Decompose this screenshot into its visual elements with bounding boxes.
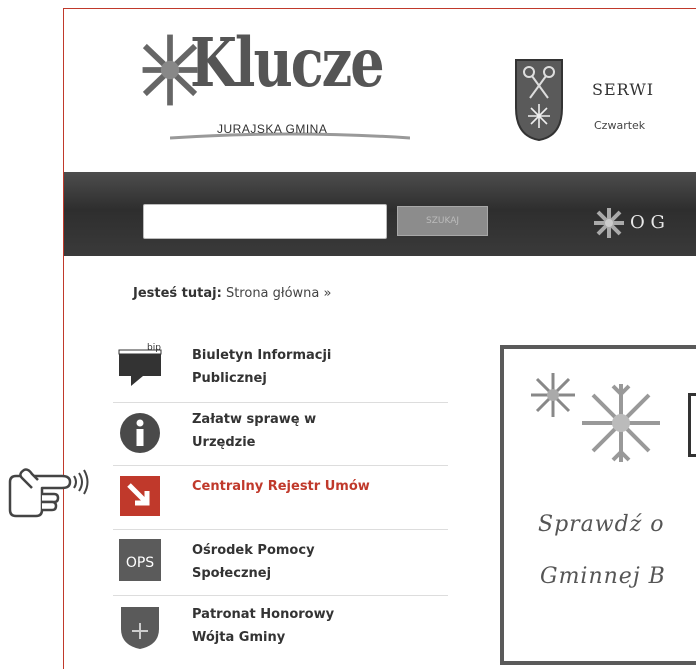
sidebar-item-label: Patronat Honorowy Wójta Gminy	[192, 607, 335, 645]
banner-text-line2: Gminnej B	[540, 564, 666, 589]
register-icon	[120, 476, 160, 516]
sidebar-item-bip[interactable]: bip Biuletyn Informacji Publicznej	[113, 340, 448, 403]
snowflake-icon	[594, 208, 624, 238]
svg-text:bip: bip	[147, 343, 161, 353]
logo-subtitle: JURAJSKA GMINA	[217, 122, 328, 136]
search-button[interactable]: SZUKAJ	[397, 206, 488, 236]
nav-item-o-gminie[interactable]: O G	[630, 212, 665, 233]
snowflake-icon	[582, 384, 660, 462]
sidebar-item-label: Ośrodek Pomocy Społecznej	[192, 543, 315, 581]
ops-icon: OPS	[119, 539, 161, 581]
banner-text-line1: Sprawdź o	[538, 512, 665, 537]
pointing-hand-icon	[8, 468, 89, 518]
info-icon	[120, 413, 160, 453]
sidebar-item-ops[interactable]: OPS Ośrodek Pomocy Społecznej	[113, 529, 448, 596]
banner-graphic	[688, 393, 696, 457]
sidebar-item-centralny-rejestr[interactable]: Centralny Rejestr Umów	[113, 465, 448, 530]
svg-text:OPS: OPS	[126, 555, 154, 571]
breadcrumb-home-link[interactable]: Strona główna »	[226, 286, 332, 301]
current-date: Czwartek	[594, 119, 646, 132]
breadcrumb: Jesteś tutaj: Strona główna »	[133, 286, 331, 301]
sidebar-item-label: Załatw sprawę w Urzędzie	[192, 412, 317, 450]
search-input[interactable]	[143, 204, 387, 239]
bip-icon: bip	[118, 343, 162, 386]
snowflake-icon	[531, 373, 575, 417]
site-logo[interactable]: Klucze	[190, 22, 385, 102]
sidebar-item-label: Biuletyn Informacji Publicznej	[192, 348, 332, 386]
sidebar-item-label: Centralny Rejestr Umów	[192, 479, 370, 494]
service-title: Serwi	[592, 80, 655, 99]
patronage-icon	[121, 607, 159, 649]
sidebar-item-zalatw-sprawe[interactable]: Załatw sprawę w Urzędzie	[113, 402, 448, 466]
sidebar-item-patronat[interactable]: Patronat Honorowy Wójta Gminy	[113, 595, 448, 655]
coat-of-arms-icon[interactable]	[514, 58, 564, 142]
breadcrumb-prefix: Jesteś tutaj:	[133, 286, 222, 301]
